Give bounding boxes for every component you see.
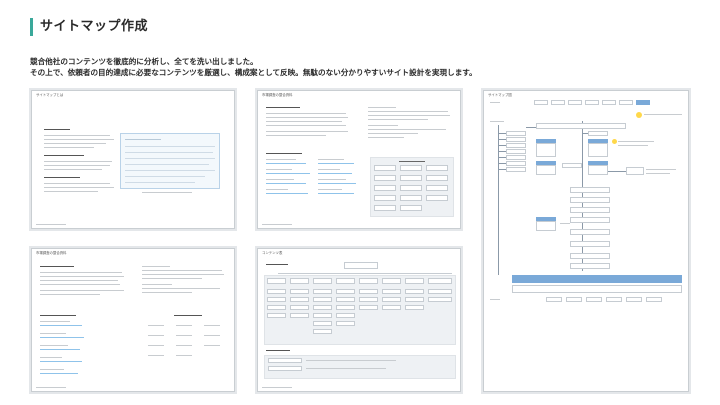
slide-thumbnail-sitemap-intro[interactable]: サイトマップとは (31, 90, 235, 229)
content-grid (264, 275, 456, 345)
slide-title: サイトマップ図 (488, 93, 512, 97)
note-marker-icon (612, 139, 617, 144)
slide-thumbnail-market-research[interactable]: 市場調査の整合資料 (257, 90, 461, 229)
slide-title: 市場調査の整合資料 (262, 93, 293, 97)
page-title: サイトマップ作成 (40, 19, 149, 34)
slide-title: コンテンツ表 (262, 251, 283, 255)
global-footer-node (512, 275, 682, 283)
description-line-2: その上で、依頼者の目的達成に必要なコンテンツを厳選し、構成案として反映。無駄のな… (30, 68, 477, 77)
slide-thumbnail-market-research-2[interactable]: 市場調査の整合資料 (31, 248, 235, 392)
root-node (344, 262, 378, 269)
title-accent-bar (30, 18, 33, 36)
note-marker-icon (636, 112, 642, 118)
description-line-1: 競合他社のコンテンツを徹底的に分析し、全てを洗い出しました。 (30, 57, 258, 66)
slide-title: サイトマップとは (36, 93, 64, 97)
slide-thumbnail-sitemap-diagram[interactable]: サイトマップ図 (483, 90, 689, 392)
slide-thumbnail-content-table[interactable]: コンテンツ表 (257, 248, 461, 392)
slide-title: 市場調査の整合資料 (36, 251, 67, 255)
sitemap-screenshot-image (120, 133, 220, 189)
